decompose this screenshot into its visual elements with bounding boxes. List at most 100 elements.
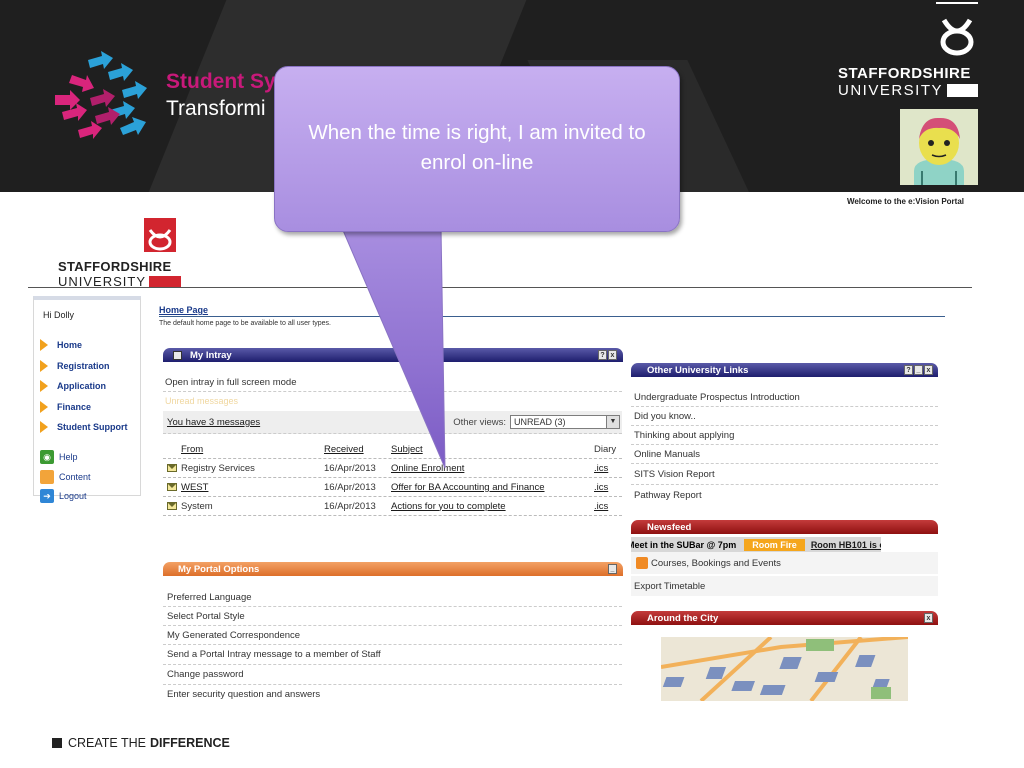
sidebar-item-label: Student Support [57,422,128,433]
timetable-label: Export Timetable [634,580,706,592]
portal-options-header: My Portal Options _ [163,562,623,576]
column-received[interactable]: Received [324,444,391,455]
envelope-icon [167,502,177,510]
message-from[interactable]: WEST [181,482,324,493]
fullscreen-link[interactable]: Open intray in full screen mode [163,374,622,392]
content-label: Content [59,471,91,482]
link-label: SITS Vision Report [634,468,715,480]
link-prospectus[interactable]: Undergraduate Prospectus Introduction [631,388,938,407]
message-subject[interactable]: Offer for BA Accounting and Finance [391,482,594,493]
help-icon[interactable]: ? [598,350,607,360]
link-vision-report[interactable]: SITS Vision Report [631,464,938,485]
ticker-item[interactable]: Meet in the SUBar @ 7pm [631,540,736,550]
link-manuals[interactable]: Online Manuals [631,445,938,464]
ticker-item[interactable]: Room HB101 is out o [811,540,881,550]
other-views-value: UNREAD (3) [514,417,566,427]
option-correspondence[interactable]: My Generated Correspondence [163,626,622,645]
help-label: Help [59,452,78,463]
option-security-question[interactable]: Enter security question and answers [163,685,622,703]
link-label: Thinking about applying [634,429,735,441]
message-subject[interactable]: Online Enrolment [391,463,594,474]
diary-link[interactable]: .ics [594,463,622,474]
portal-university-logo: STAFFORDSHIRE UNIVERSITY [58,216,183,289]
city-title: Around the City [647,612,719,624]
link-did-you-know[interactable]: Did you know.. [631,407,938,426]
close-icon[interactable]: x [924,613,933,623]
table-row[interactable]: Registry Services 16/Apr/2013 Online Enr… [163,459,622,478]
messages-link[interactable]: You have 3 messages [167,417,260,428]
university-name-line1: STAFFORDSHIRE [838,65,971,82]
courses-link[interactable]: Courses, Bookings and Events [631,552,938,574]
column-subject[interactable]: Subject [391,444,594,455]
link-label: Did you know.. [634,410,696,422]
option-label: Preferred Language [167,591,252,603]
link-label: Undergraduate Prospectus Introduction [634,391,800,403]
column-from[interactable]: From [181,444,324,455]
sidebar-item-label: Application [57,381,106,392]
knot-crest-icon [936,2,978,56]
help-link[interactable]: ◉ Help [34,448,140,468]
portal-options-title: My Portal Options [178,563,260,575]
sidebar-nav: Home Registration Application Finance St… [34,335,140,438]
intray-icon [173,350,182,360]
links-title: Other University Links [647,364,749,376]
option-portal-style[interactable]: Select Portal Style [163,607,622,626]
diary-link[interactable]: .ics [594,501,622,512]
link-pathway-report[interactable]: Pathway Report [631,485,938,506]
arrow-icon [40,400,48,413]
logout-icon: ➔ [40,489,54,504]
message-subject[interactable]: Actions for you to complete [391,501,594,512]
sidebar-item-registration[interactable]: Registration [34,356,140,377]
slide-footer: CREATE THE DIFFERENCE [52,736,230,750]
help-icon[interactable]: ? [904,365,913,375]
other-views-label: Other views: [453,416,506,428]
timetable-link[interactable]: Export Timetable [631,576,938,596]
ticker-tag[interactable]: Room Fire [744,538,805,551]
user-greeting: Hi Dolly [43,310,75,320]
table-row[interactable]: System 16/Apr/2013 Actions for you to co… [163,497,622,516]
logout-label: Logout [59,491,87,502]
close-icon[interactable]: x [924,365,933,375]
sidebar-item-home[interactable]: Home [34,335,140,356]
sidebar-item-application[interactable]: Application [34,376,140,397]
close-icon[interactable]: x [608,350,617,360]
red-crest-icon [144,218,176,252]
envelope-icon [167,483,177,491]
page-title-divider [159,316,945,317]
content-link[interactable]: Content [34,467,140,487]
footer-bold: DIFFERENCE [150,736,230,750]
page-description: The default home page to be available to… [159,320,331,327]
rss-icon: ◉ [40,450,54,465]
option-send-message[interactable]: Send a Portal Intray message to a member… [163,645,622,665]
sidebar-item-finance[interactable]: Finance [34,397,140,418]
option-label: Change password [167,669,244,680]
intray-title: My Intray [190,349,232,361]
minimize-icon[interactable]: _ [608,564,617,574]
minimize-icon[interactable]: _ [914,365,923,375]
arrow-icon [40,339,48,352]
page-title-link[interactable]: Home Page [159,305,208,315]
arrow-icon [40,359,48,372]
sidebar-item-label: Home [57,340,83,351]
link-label: Online Manuals [634,448,701,460]
newsfeed-title: Newsfeed [647,521,692,533]
sidebar-tools: ◉ Help Content ➔ Logout [34,448,140,507]
link-applying[interactable]: Thinking about applying [631,426,938,445]
logout-link[interactable]: ➔ Logout [34,487,140,507]
diary-link[interactable]: .ics [594,482,622,493]
sidebar-item-label: Finance [57,401,92,412]
option-preferred-language[interactable]: Preferred Language [163,588,622,607]
banner-subtitle: Transformi [166,97,266,120]
sidebar-item-student-support[interactable]: Student Support [34,417,140,438]
courses-label: Courses, Bookings and Events [651,557,781,569]
other-views-select[interactable]: UNREAD (3) ▼ [510,415,620,429]
option-label: Enter security question and answers [167,688,321,700]
callout-text: When the time is right, I am invited to … [308,121,646,174]
table-row[interactable]: WEST 16/Apr/2013 Offer for BA Accounting… [163,478,622,497]
option-change-password[interactable]: Change password [163,665,622,685]
message-table: From Received Subject Diary Registry Ser… [163,440,622,516]
avatar [900,109,978,185]
arrow-icon [40,421,48,434]
option-label: Select Portal Style [167,610,245,622]
city-map[interactable] [661,637,908,701]
